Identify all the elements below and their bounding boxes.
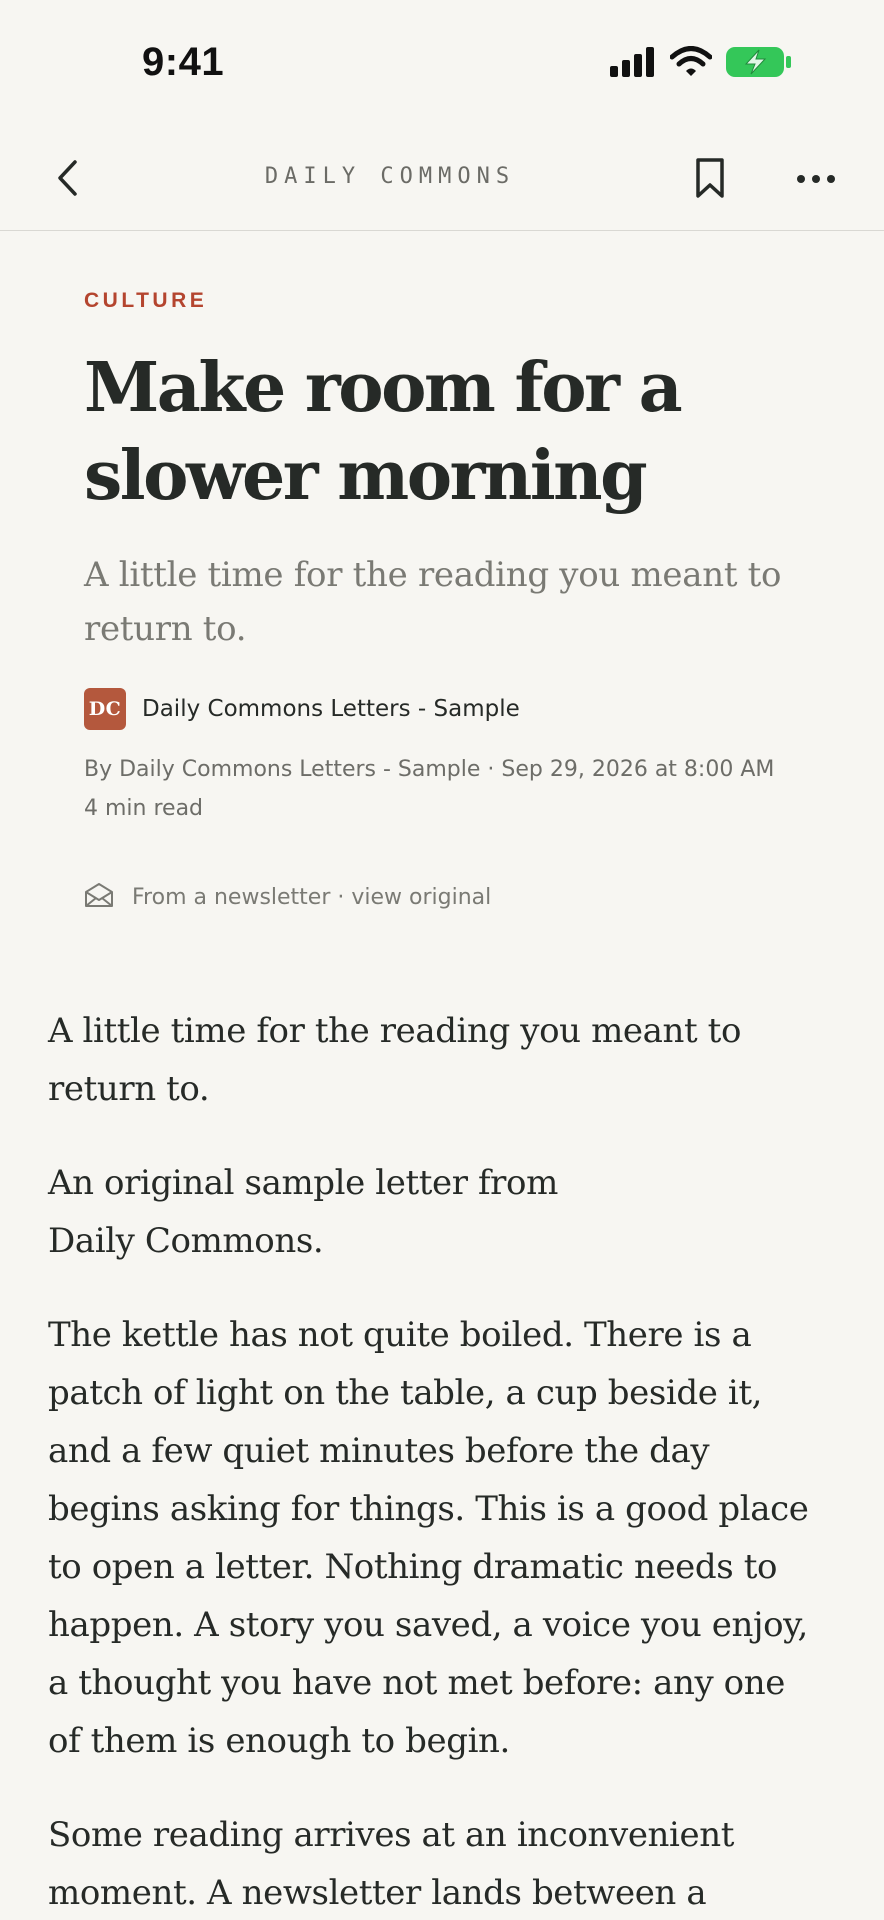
status-time: 9:41 (142, 40, 225, 84)
article-meta: By Daily Commons Letters - Sample · Sep … (84, 750, 824, 828)
paragraph-line: begins asking for things. This is a good… (48, 1489, 809, 1529)
read-time: 4 min read (84, 796, 204, 821)
body-paragraph: A little time for the reading you meant … (48, 1002, 838, 1118)
more-options-button[interactable] (792, 160, 840, 200)
article-dek: A little time for the reading you meant … (84, 548, 824, 656)
headline: Make room for a slower morning (84, 344, 824, 520)
dek-line: A little time for the reading you meant … (84, 555, 782, 595)
headline-line: slower morning (84, 436, 648, 516)
body-paragraph: An original sample letter from Daily Com… (48, 1154, 838, 1270)
paragraph-line: a thought you have not met before: any o… (48, 1663, 785, 1703)
byline-date: By Daily Commons Letters - Sample · Sep … (84, 757, 775, 782)
status-bar: 9:41 (0, 0, 884, 120)
view-original-link[interactable]: From a newsletter · view original (84, 882, 824, 913)
headline-line: Make room for a (84, 348, 683, 428)
paragraph-line: happen. A story you saved, a voice you e… (48, 1605, 808, 1645)
publication-row[interactable]: DC Daily Commons Letters - Sample (84, 688, 824, 730)
paragraph-line: and a few quiet minutes before the day (48, 1431, 710, 1471)
battery-charging-icon (726, 46, 792, 83)
bookmark-button[interactable] (690, 154, 730, 206)
article-body: A little time for the reading you meant … (48, 1002, 838, 1920)
bookmark-icon (695, 157, 725, 204)
paragraph-line: Daily Commons. (48, 1221, 324, 1261)
publication-title: DAILY COMMONS (264, 164, 516, 189)
status-icons (610, 46, 792, 83)
paragraph-line: The kettle has not quite boiled. There i… (48, 1315, 752, 1355)
body-paragraph: The kettle has not quite boiled. There i… (48, 1306, 838, 1770)
paragraph-line: A little time for the reading you meant … (48, 1011, 742, 1051)
publication-name[interactable]: Daily Commons Letters - Sample (142, 696, 520, 722)
wifi-icon (669, 46, 713, 83)
newsletter-note[interactable]: From a newsletter · view original (132, 885, 491, 910)
more-horizontal-icon (796, 171, 836, 189)
paragraph-line: to open a letter. Nothing dramatic needs… (48, 1547, 778, 1587)
body-paragraph: Some reading arrives at an inconvenient … (48, 1806, 838, 1920)
cellular-signal-icon (610, 47, 656, 82)
nav-bar: DAILY COMMONS (0, 132, 884, 231)
paragraph-line: of them is enough to begin. (48, 1721, 510, 1761)
dek-line: return to. (84, 609, 247, 649)
section-label: CULTURE (84, 289, 208, 312)
paragraph-line: return to. (48, 1069, 210, 1109)
paragraph-line: moment. A newsletter lands between a (48, 1873, 707, 1913)
publication-avatar: DC (84, 688, 126, 730)
paragraph-line: Some reading arrives at an inconvenient (48, 1815, 734, 1855)
paragraph-line: patch of light on the table, a cup besid… (48, 1373, 762, 1413)
article-header: CULTURE Make room for a slower morning A… (84, 288, 824, 913)
paragraph-line: An original sample letter from (48, 1163, 558, 1203)
envelope-icon (84, 882, 114, 913)
